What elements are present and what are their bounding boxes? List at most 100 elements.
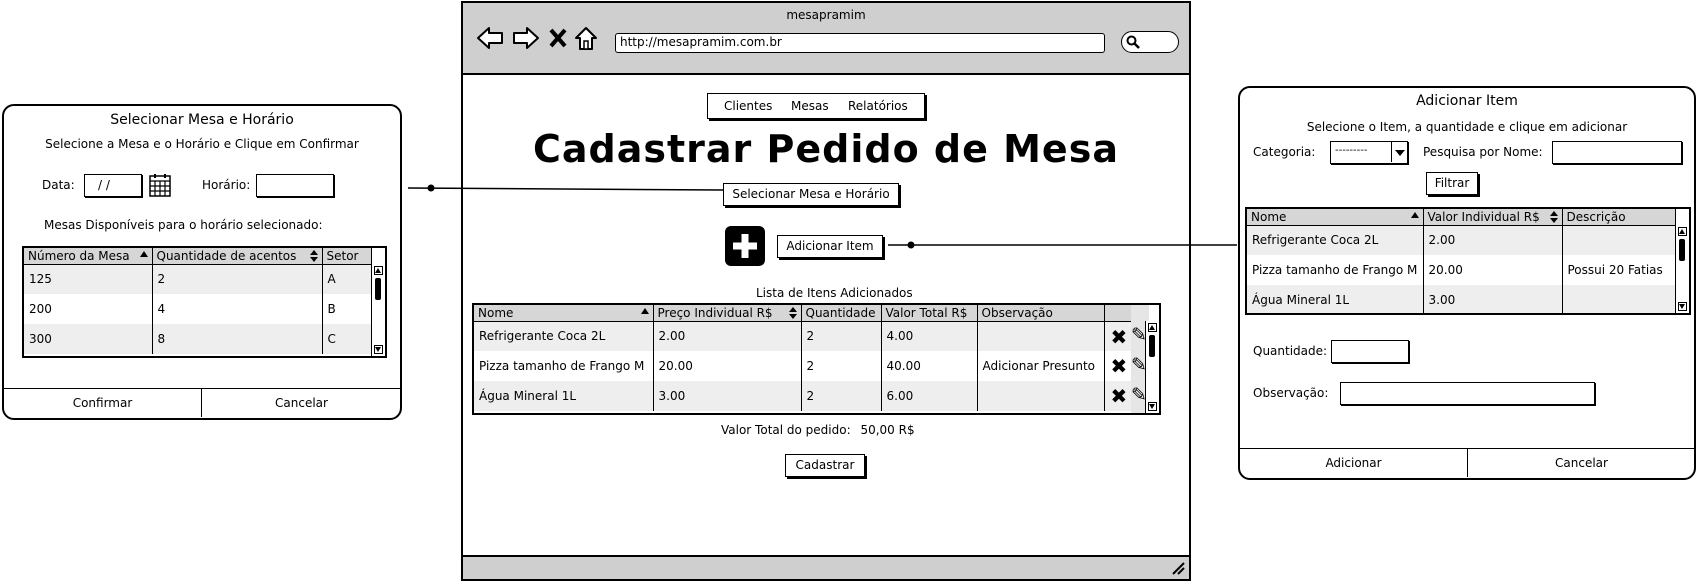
top-menu: Clientes Mesas Relatórios <box>707 93 925 119</box>
cell-unit-value: 20.00 <box>1423 255 1563 285</box>
scroll-thumb[interactable] <box>1679 239 1685 261</box>
delete-x-icon[interactable]: ✖ <box>1111 327 1128 347</box>
connector-left <box>407 184 724 192</box>
table-row[interactable]: Refrigerante Coca 2L 2.00 <box>1247 225 1676 255</box>
cancel-button[interactable]: Cancelar <box>1469 449 1694 477</box>
cell-seats: 8 <box>152 324 323 354</box>
cell-name: Pizza tamanho de Frango M <box>1247 255 1424 285</box>
items-table: Nome Preço Individual R$ Quantidade Valo… <box>472 303 1161 415</box>
scroll-down-icon[interactable] <box>1678 302 1687 311</box>
cell-actions: ✖ <box>1104 321 1132 351</box>
table-row[interactable]: Refrigerante Coca 2L 2.00 2 4.00 ✖ <box>474 321 1132 351</box>
category-select[interactable]: --------- <box>1330 141 1408 164</box>
cell-description <box>1562 285 1676 313</box>
search-field[interactable] <box>1552 141 1682 164</box>
menu-item-mesas[interactable]: Mesas <box>791 99 829 113</box>
add-plus-icon[interactable] <box>725 226 765 266</box>
table-row[interactable]: Pizza tamanho de Frango M 20.00 Possui 2… <box>1247 255 1676 285</box>
dialog-footer: Adicionar Cancelar <box>1240 448 1694 478</box>
col-header-quantity[interactable]: Quantidade <box>801 305 882 322</box>
add-item-dialog: Adicionar Item Selecione o Item, a quant… <box>1238 86 1696 480</box>
confirm-button[interactable]: Confirmar <box>4 389 202 417</box>
delete-x-icon[interactable]: ✖ <box>1111 386 1128 406</box>
scroll-down-icon[interactable] <box>374 345 383 354</box>
col-header-seats[interactable]: Quantidade de acentos <box>152 248 323 265</box>
col-header-name[interactable]: Nome <box>474 305 654 322</box>
add-button[interactable]: Adicionar <box>1240 449 1468 477</box>
cell-price: 20.00 <box>653 351 802 381</box>
table-row[interactable]: Água Mineral 1L 3.00 <box>1247 285 1676 313</box>
home-icon[interactable] <box>573 25 599 54</box>
table-row[interactable]: Pizza tamanho de Frango M 20.00 2 40.00 … <box>474 351 1132 381</box>
filter-button[interactable]: Filtrar <box>1426 172 1478 195</box>
submit-button[interactable]: Cadastrar <box>785 454 865 477</box>
cell-unit-value: 2.00 <box>1423 225 1563 255</box>
catalog-scrollbar[interactable] <box>1675 225 1689 313</box>
tables-scrollbar[interactable] <box>371 264 385 356</box>
cell-observation <box>977 321 1105 351</box>
category-value: --------- <box>1335 145 1368 156</box>
close-x-icon[interactable] <box>549 28 567 51</box>
delete-x-icon[interactable]: ✖ <box>1111 356 1128 376</box>
page-title: Cadastrar Pedido de Mesa <box>533 127 1119 171</box>
cell-seats: 4 <box>152 294 323 324</box>
cell-actions: ✖ <box>1104 351 1132 381</box>
url-bar[interactable]: http://mesapramim.com.br <box>615 33 1105 53</box>
cell-price: 2.00 <box>653 321 802 351</box>
col-header-price[interactable]: Preço Individual R$ <box>653 305 802 322</box>
resize-grip-icon[interactable] <box>1171 561 1185 578</box>
cell-table-number: 125 <box>24 264 153 294</box>
dialog-title: Adicionar Item <box>1416 93 1518 109</box>
forward-arrow-icon[interactable] <box>512 26 540 53</box>
cell-observation: Adicionar Presunto <box>977 351 1105 381</box>
available-tables-table: Número da Mesa Quantidade de acentos Set… <box>22 246 387 358</box>
table-row[interactable]: Água Mineral 1L 3.00 2 6.00 ✖ <box>474 381 1132 411</box>
url-text: http://mesapramim.com.br <box>620 35 782 49</box>
observation-label: Observação: <box>1253 386 1329 400</box>
scroll-down-icon[interactable] <box>1148 402 1157 411</box>
cell-quantity: 2 <box>801 381 882 411</box>
cell-total: 4.00 <box>881 321 978 351</box>
items-list-caption: Lista de Itens Adicionados <box>756 286 913 300</box>
col-header-observation[interactable]: Observação <box>977 305 1105 322</box>
calendar-icon[interactable] <box>149 173 171 200</box>
back-arrow-icon[interactable] <box>476 26 504 53</box>
col-header-name[interactable]: Nome <box>1247 209 1424 226</box>
scroll-thumb[interactable] <box>375 278 381 300</box>
col-header-description[interactable]: Descrição <box>1562 209 1676 226</box>
cell-name: Refrigerante Coca 2L <box>474 321 654 351</box>
scroll-up-icon[interactable] <box>1678 227 1687 236</box>
col-header-sector[interactable]: Setor <box>322 248 372 265</box>
cell-total: 6.00 <box>881 381 978 411</box>
available-tables-label: Mesas Disponíveis para o horário selecio… <box>44 218 323 232</box>
table-row[interactable]: 300 8 C <box>24 324 372 354</box>
cell-seats: 2 <box>152 264 323 294</box>
cell-description <box>1562 225 1676 255</box>
scroll-thumb[interactable] <box>1149 335 1155 357</box>
items-table-scrollbar[interactable] <box>1145 321 1159 413</box>
col-header-table-number[interactable]: Número da Mesa <box>24 248 153 265</box>
table-row[interactable]: 125 2 A <box>24 264 372 294</box>
table-row[interactable]: 200 4 B <box>24 294 372 324</box>
chevron-down-icon[interactable] <box>1391 142 1407 162</box>
date-label: Data: <box>42 178 75 192</box>
cell-sector: A <box>322 264 372 294</box>
menu-item-clientes[interactable]: Clientes <box>724 99 772 113</box>
cancel-button[interactable]: Cancelar <box>203 389 400 417</box>
add-item-button[interactable]: Adicionar Item <box>777 235 883 258</box>
scroll-up-icon[interactable] <box>1148 323 1157 332</box>
select-table-time-button[interactable]: Selecionar Mesa e Horário <box>723 183 899 206</box>
cell-name: Pizza tamanho de Frango M <box>474 351 654 381</box>
observation-field[interactable] <box>1340 382 1595 405</box>
browser-toolbar: mesapramim http://mesapramim.com.br <box>463 3 1189 75</box>
menu-item-relatorios[interactable]: Relatórios <box>848 99 908 113</box>
scroll-up-icon[interactable] <box>374 266 383 275</box>
time-field[interactable] <box>256 174 334 197</box>
order-total: Valor Total do pedido: 50,00 R$ <box>721 423 915 437</box>
cell-price: 3.00 <box>653 381 802 411</box>
col-header-unit-value[interactable]: Valor Individual R$ <box>1423 209 1563 226</box>
browser-search[interactable] <box>1121 31 1179 53</box>
quantity-field[interactable] <box>1331 340 1409 363</box>
date-field[interactable]: / / <box>84 174 142 197</box>
col-header-total[interactable]: Valor Total R$ <box>881 305 978 322</box>
